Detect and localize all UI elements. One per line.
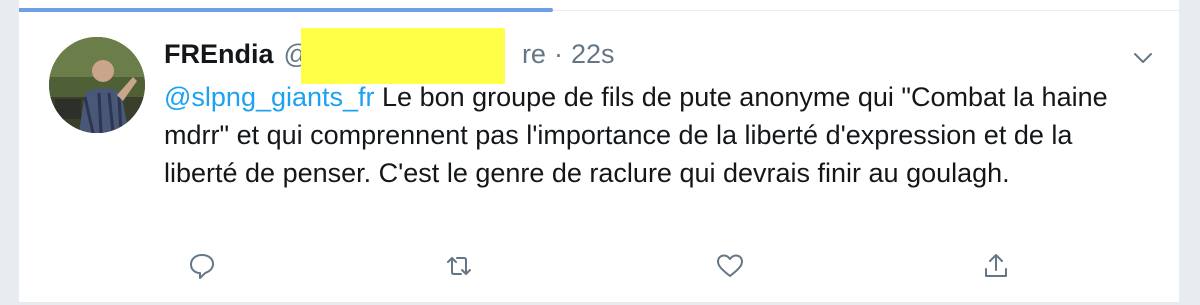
avatar-photo [49,37,145,133]
loading-progress-fill [19,8,553,12]
reply-button[interactable] [182,246,222,286]
tweet-body: FREndia @ re · 22s @slpng_giants_fr Le bo… [164,28,1144,192]
display-name[interactable]: FREndia [164,36,274,72]
reply-icon [190,254,214,279]
redaction-box [300,28,505,84]
avatar[interactable] [49,37,145,133]
mention-link[interactable]: @slpng_giants_fr [164,82,375,112]
heart-icon [717,254,743,277]
share-icon [985,254,1007,277]
tweet-action-bar [164,246,1124,286]
user-handle[interactable]: @ re [284,28,546,84]
retweet-icon [447,257,471,275]
tweet-text: @slpng_giants_fr Le bon groupe de fils d… [164,78,1139,192]
loading-progress-bar [19,0,1179,12]
header-separator: · [553,39,563,69]
share-button[interactable] [976,246,1016,286]
tweet-card[interactable]: FREndia @ re · 22s @slpng_giants_fr Le bo… [18,0,1180,302]
tweet-header: FREndia @ re · 22s [164,28,1144,84]
tweet-timestamp[interactable]: 22s [571,36,615,72]
chevron-down-icon[interactable] [1131,46,1155,70]
retweet-button[interactable] [439,246,479,286]
like-button[interactable] [710,246,750,286]
handle-visible-end: re [521,39,546,69]
